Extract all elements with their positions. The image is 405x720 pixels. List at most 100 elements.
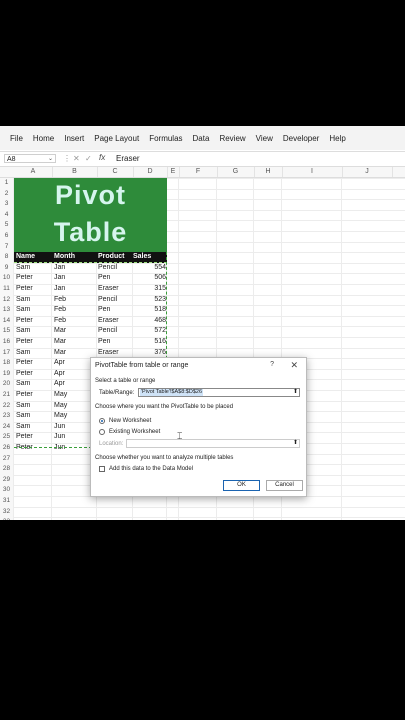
- column-header-i[interactable]: I: [282, 167, 343, 177]
- cell-month[interactable]: Mar: [54, 337, 66, 348]
- column-header-c[interactable]: C: [97, 167, 134, 177]
- column-header-g[interactable]: G: [217, 167, 255, 177]
- cell-name[interactable]: Sam: [16, 263, 30, 274]
- header-product[interactable]: Product: [98, 252, 124, 262]
- row-header[interactable]: 19: [0, 369, 13, 380]
- row-header[interactable]: 31: [0, 496, 13, 507]
- cell-name[interactable]: Peter: [16, 273, 33, 284]
- cell-month[interactable]: Jun: [54, 443, 65, 454]
- cell-month[interactable]: Jun: [54, 422, 65, 433]
- cell-month[interactable]: Feb: [54, 305, 66, 316]
- cell-product[interactable]: Pencil: [98, 295, 117, 306]
- row-header[interactable]: 18: [0, 358, 13, 369]
- datamodel-checkbox[interactable]: [99, 466, 105, 472]
- range-input[interactable]: 'Pivot Table'!$A$8:$D$26 ⬆: [138, 388, 300, 397]
- row-header[interactable]: 17: [0, 348, 13, 359]
- column-header-b[interactable]: B: [52, 167, 98, 177]
- header-name[interactable]: Name: [16, 252, 35, 262]
- row-header[interactable]: 22: [0, 401, 13, 412]
- column-header-h[interactable]: H: [254, 167, 283, 177]
- cell-month[interactable]: Feb: [54, 316, 66, 327]
- cell-sales[interactable]: 516: [136, 337, 166, 348]
- cell-month[interactable]: Apr: [54, 358, 65, 369]
- cell-name[interactable]: Sam: [16, 422, 30, 433]
- tab-help[interactable]: Help: [329, 134, 345, 143]
- cell-product[interactable]: Pencil: [98, 326, 117, 337]
- row-header[interactable]: 4: [0, 210, 13, 221]
- row-header[interactable]: 20: [0, 379, 13, 390]
- cell-sales[interactable]: 468: [136, 316, 166, 327]
- tab-formulas[interactable]: Formulas: [149, 134, 182, 143]
- cell-sales[interactable]: 572: [136, 326, 166, 337]
- row-header[interactable]: 25: [0, 432, 13, 443]
- header-sales[interactable]: Sales: [133, 252, 151, 262]
- row-header[interactable]: 28: [0, 464, 13, 475]
- cell-name[interactable]: Peter: [16, 390, 33, 401]
- row-header[interactable]: 5: [0, 220, 13, 231]
- datamodel-label[interactable]: Add this data to the Data Model: [109, 466, 193, 472]
- cell-product[interactable]: Pencil: [98, 263, 117, 274]
- cell-name[interactable]: Peter: [16, 432, 33, 443]
- cancel-icon[interactable]: ✕: [73, 154, 80, 163]
- cell-product[interactable]: Pen: [98, 273, 110, 284]
- cell-month[interactable]: Mar: [54, 326, 66, 337]
- cell-name[interactable]: Sam: [16, 411, 30, 422]
- location-input[interactable]: ⬆: [126, 439, 300, 448]
- cell-product[interactable]: Eraser: [98, 284, 119, 295]
- row-header[interactable]: 7: [0, 242, 13, 253]
- column-header-j[interactable]: J: [342, 167, 393, 177]
- cell-name[interactable]: Sam: [16, 348, 30, 359]
- confirm-icon[interactable]: ✓: [85, 154, 92, 163]
- cell-month[interactable]: Jun: [54, 432, 65, 443]
- formula-input[interactable]: Eraser: [116, 154, 140, 163]
- label-new-worksheet[interactable]: New Worksheet: [109, 418, 151, 424]
- row-header[interactable]: 13: [0, 305, 13, 316]
- chevron-down-icon[interactable]: ⌄: [48, 155, 53, 164]
- cell-name[interactable]: Peter: [16, 358, 33, 369]
- cell-month[interactable]: Jan: [54, 284, 65, 295]
- cell-name[interactable]: Peter: [16, 369, 33, 380]
- column-header-f[interactable]: F: [179, 167, 218, 177]
- row-header[interactable]: 3: [0, 199, 13, 210]
- column-header-a[interactable]: A: [14, 167, 53, 177]
- row-header[interactable]: 1: [0, 178, 13, 189]
- tab-data[interactable]: Data: [193, 134, 210, 143]
- row-header[interactable]: 12: [0, 295, 13, 306]
- tab-page-layout[interactable]: Page Layout: [94, 134, 139, 143]
- tab-review[interactable]: Review: [219, 134, 245, 143]
- row-header[interactable]: 33: [0, 517, 13, 520]
- cell-sales[interactable]: 523: [136, 295, 166, 306]
- row-header[interactable]: 21: [0, 390, 13, 401]
- row-header[interactable]: 26: [0, 443, 13, 454]
- cell-sales[interactable]: 506: [136, 273, 166, 284]
- tab-view[interactable]: View: [256, 134, 273, 143]
- tab-insert[interactable]: Insert: [64, 134, 84, 143]
- cell-name[interactable]: Peter: [16, 443, 33, 454]
- cell-name[interactable]: Sam: [16, 295, 30, 306]
- help-icon[interactable]: ?: [270, 361, 274, 368]
- cell-month[interactable]: Apr: [54, 369, 65, 380]
- row-header[interactable]: 27: [0, 454, 13, 465]
- cell-sales[interactable]: 315: [136, 284, 166, 295]
- row-header[interactable]: 11: [0, 284, 13, 295]
- fx-icon[interactable]: fx: [99, 153, 105, 162]
- row-header[interactable]: 14: [0, 316, 13, 327]
- cell-month[interactable]: May: [54, 401, 67, 412]
- cell-name[interactable]: Peter: [16, 316, 33, 327]
- cell-month[interactable]: Apr: [54, 379, 65, 390]
- cell-name[interactable]: Peter: [16, 284, 33, 295]
- row-header[interactable]: 10: [0, 273, 13, 284]
- row-header[interactable]: 15: [0, 326, 13, 337]
- row-header[interactable]: 24: [0, 422, 13, 433]
- row-header[interactable]: 23: [0, 411, 13, 422]
- cancel-button[interactable]: Cancel: [266, 480, 303, 491]
- row-header[interactable]: 8: [0, 252, 13, 263]
- row-header[interactable]: 16: [0, 337, 13, 348]
- header-month[interactable]: Month: [54, 252, 75, 262]
- tab-home[interactable]: Home: [33, 134, 54, 143]
- cell-name[interactable]: Sam: [16, 305, 30, 316]
- tab-developer[interactable]: Developer: [283, 134, 319, 143]
- column-header-d[interactable]: D: [133, 167, 168, 177]
- cell-name[interactable]: Peter: [16, 337, 33, 348]
- cell-sales[interactable]: 554: [136, 263, 166, 274]
